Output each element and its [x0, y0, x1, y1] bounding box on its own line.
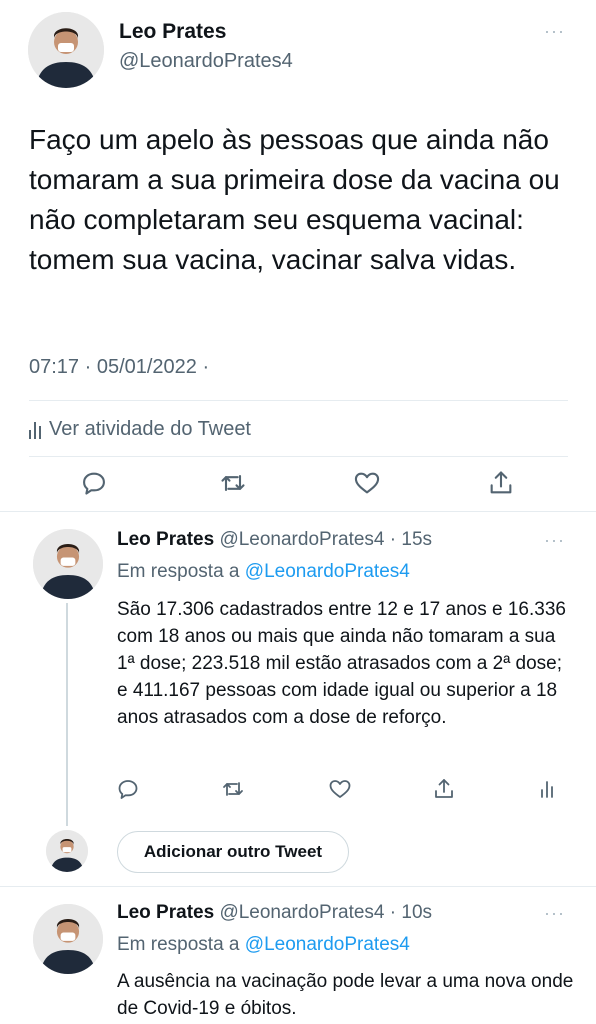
divider: [29, 400, 568, 401]
avatar-image: [46, 830, 88, 872]
author-name[interactable]: Leo Prates: [117, 529, 214, 550]
author-name[interactable]: Leo Prates: [119, 20, 226, 44]
retweet-icon: [221, 474, 245, 492]
reply-text: São 17.306 cadastrados entre 12 e 17 ano…: [117, 599, 566, 728]
more-dots-icon[interactable]: ···: [544, 904, 565, 922]
more-dots-icon[interactable]: ···: [544, 531, 565, 549]
avatar-image: [28, 12, 104, 88]
share-icon: [435, 779, 453, 798]
tweet-timestamp[interactable]: 07:17 · 05/01/2022 ·: [29, 356, 209, 379]
reply-button[interactable]: [77, 466, 111, 500]
thread-line: [66, 603, 68, 826]
tweet-text: Faço um apelo às pessoas que ainda não t…: [29, 124, 560, 275]
share-icon: [490, 471, 512, 494]
divider: [29, 456, 568, 457]
reply-icon: [118, 780, 138, 799]
avatar-image: [33, 529, 103, 599]
avatar[interactable]: [33, 904, 103, 974]
retweet-button[interactable]: [216, 466, 250, 500]
mention-link[interactable]: @LeonardoPrates4: [245, 561, 410, 582]
composer-avatar: [46, 830, 88, 872]
author-handle-time[interactable]: @LeonardoPrates4 · 15s: [219, 529, 432, 550]
author-name[interactable]: Leo Prates: [117, 902, 214, 923]
avatar-image: [33, 904, 103, 974]
in-reply-to-label: Em resposta a: [117, 934, 240, 955]
share-button[interactable]: [427, 772, 461, 806]
divider: [0, 511, 596, 512]
retweet-button[interactable]: [216, 772, 250, 806]
heart-icon: [329, 780, 351, 798]
in-reply-to: Em resposta a @LeonardoPrates4: [117, 934, 410, 956]
tweet-activity-link[interactable]: Ver atividade do Tweet: [29, 418, 251, 441]
reply-header[interactable]: Leo Prates @LeonardoPrates4 · 15s: [117, 529, 432, 551]
heart-icon: [354, 472, 380, 494]
more-dots-icon[interactable]: ···: [544, 22, 565, 40]
author-handle[interactable]: @LeonardoPrates4: [119, 50, 293, 73]
add-another-tweet-button[interactable]: Adicionar outro Tweet: [117, 831, 349, 873]
reply-icon: [83, 472, 105, 495]
in-reply-to-label: Em resposta a: [117, 561, 240, 582]
analytics-button[interactable]: [530, 772, 564, 806]
like-button[interactable]: [350, 466, 384, 500]
analytics-icon: [29, 421, 41, 439]
in-reply-to: Em resposta a @LeonardoPrates4: [117, 561, 410, 583]
reply-header[interactable]: Leo Prates @LeonardoPrates4 · 10s: [117, 902, 432, 924]
divider: [0, 886, 596, 887]
author-handle-time[interactable]: @LeonardoPrates4 · 10s: [219, 902, 432, 923]
reply-text: A ausência na vacinação pode levar a uma…: [117, 971, 574, 1019]
tweet-activity-label: Ver atividade do Tweet: [49, 418, 251, 440]
avatar[interactable]: [33, 529, 103, 599]
mention-link[interactable]: @LeonardoPrates4: [245, 934, 410, 955]
analytics-icon: [541, 781, 553, 798]
reply-button[interactable]: [111, 772, 145, 806]
share-button[interactable]: [484, 466, 518, 500]
avatar[interactable]: [28, 12, 104, 88]
retweet-icon: [223, 782, 243, 796]
like-button[interactable]: [323, 772, 357, 806]
